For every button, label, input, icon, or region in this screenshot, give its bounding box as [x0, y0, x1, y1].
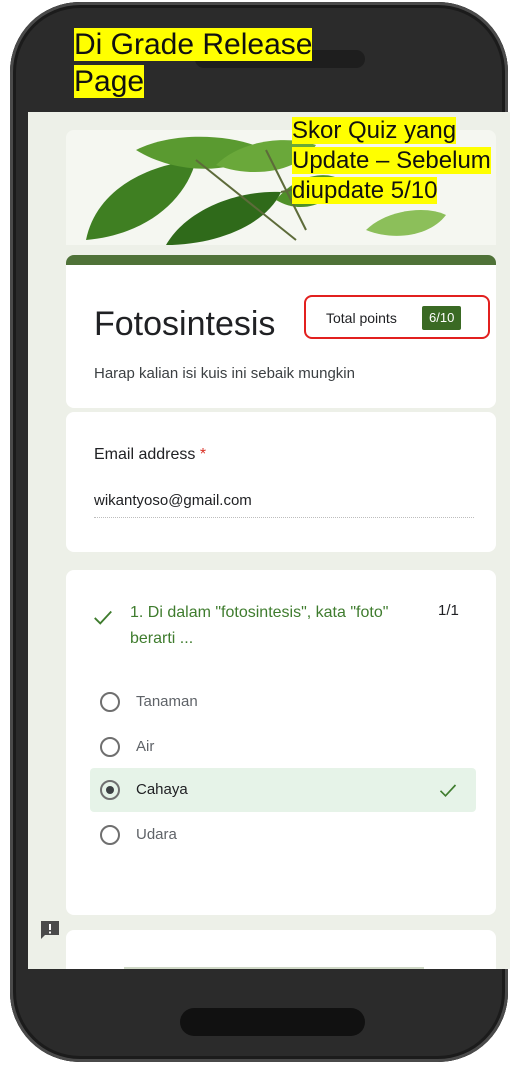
radio-dot: [106, 786, 114, 794]
phone-home-bar[interactable]: [180, 1008, 365, 1036]
option-label: Udara: [136, 826, 177, 843]
question-card: 1. Di dalam "fotosintesis", kata "foto" …: [66, 570, 496, 915]
radio-button-selected[interactable]: [100, 780, 120, 800]
annotation-title-line1: Di Grade Release: [74, 28, 313, 61]
required-asterisk: *: [199, 446, 207, 463]
option-label: Tanaman: [136, 693, 198, 710]
annotation-title-line2: Page: [74, 65, 145, 98]
check-icon: [94, 610, 112, 625]
radio-button[interactable]: [100, 825, 120, 845]
email-field: wikantyoso@gmail.com: [94, 492, 474, 518]
annotation-title: Di Grade Release Page: [74, 26, 344, 100]
email-card: Email address * wikantyoso@gmail.com: [66, 412, 496, 552]
annotation-score-line3: diupdate 5/10: [292, 177, 438, 204]
option-udara[interactable]: Udara: [90, 813, 476, 857]
form-title-card: Fotosintesis Total points 6/10 Harap kal…: [66, 255, 496, 408]
phone-screen: Fotosintesis Total points 6/10 Harap kal…: [28, 112, 510, 969]
option-label: Cahaya: [136, 781, 188, 798]
question-score: 1/1: [438, 602, 459, 619]
question-text-partial: [124, 960, 424, 969]
form-title: Fotosintesis: [94, 305, 276, 343]
question-text: 1. Di dalam "fotosintesis", kata "foto" …: [130, 604, 389, 647]
form-description: Harap kalian isi kuis ini sebaik mungkin: [94, 365, 355, 382]
radio-button[interactable]: [100, 692, 120, 712]
annotation-score-line1: Skor Quiz yang: [292, 117, 457, 144]
option-air[interactable]: Air: [90, 725, 476, 769]
radio-button[interactable]: [100, 737, 120, 757]
email-label: Email address *: [94, 446, 206, 464]
feedback-icon[interactable]: [38, 918, 62, 942]
total-points-label: Total points: [326, 310, 397, 326]
question-card-next: [66, 930, 496, 969]
option-label: Air: [136, 738, 155, 755]
check-icon: [439, 784, 457, 798]
annotation-score: Skor Quiz yang Update – Sebelum diupdate…: [292, 116, 518, 206]
option-cahaya[interactable]: Cahaya: [90, 768, 476, 812]
annotation-score-line2: Update – Sebelum: [292, 147, 491, 174]
total-points-highlight: Total points 6/10: [304, 295, 490, 339]
email-label-text: Email address: [94, 446, 196, 463]
total-points-badge: 6/10: [422, 306, 462, 330]
option-tanaman[interactable]: Tanaman: [90, 680, 476, 724]
